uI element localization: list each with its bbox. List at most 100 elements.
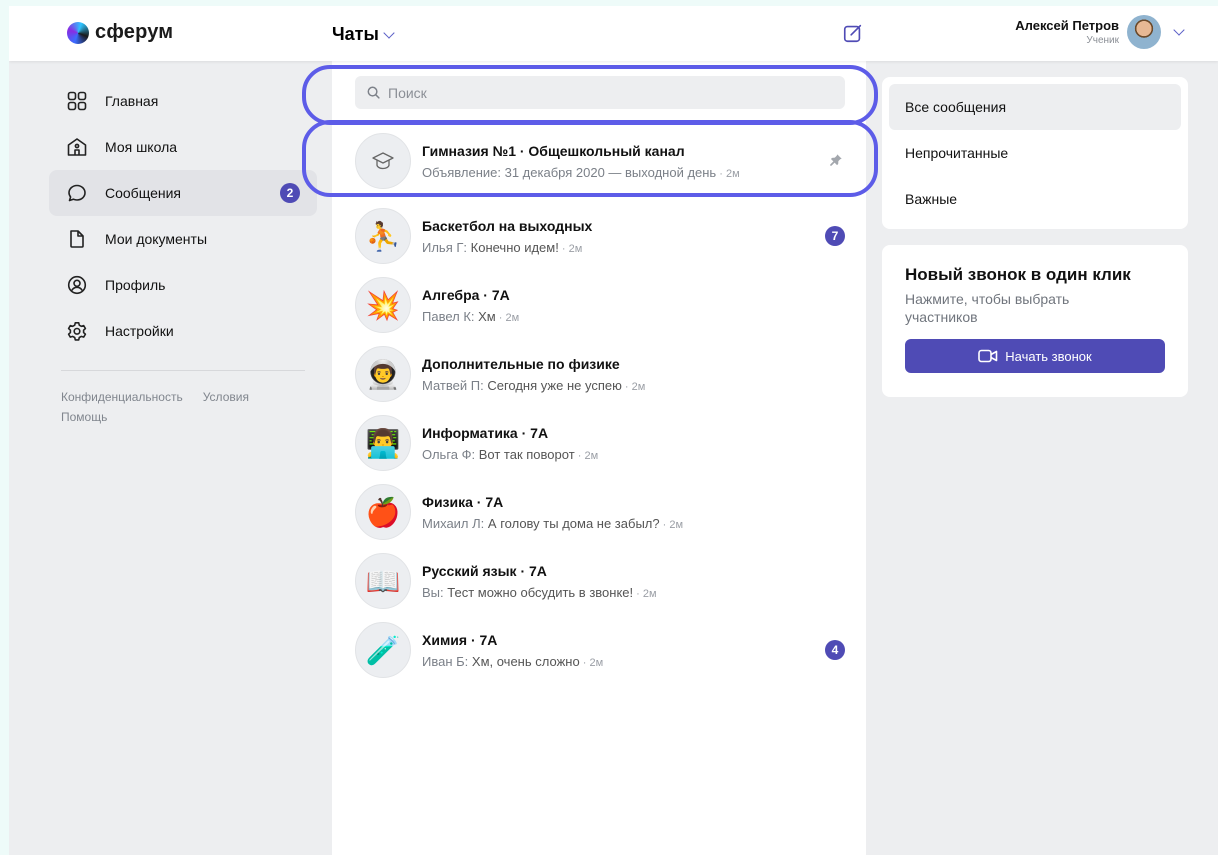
chat-message: Сегодня уже не успею: [487, 377, 622, 393]
profile-icon: [67, 275, 87, 295]
chat-preview: Матвей П: Сегодня уже не успею · 2м: [422, 377, 646, 393]
help-link[interactable]: Помощь: [61, 410, 107, 424]
chevron-down-icon: [383, 26, 395, 39]
user-name: Алексей Петров: [1015, 18, 1119, 33]
avatar[interactable]: [1127, 15, 1161, 49]
unread-badge: 4: [825, 640, 845, 660]
sidebar-item-label: Главная: [105, 93, 159, 109]
top-bar: сферум Чаты Алексей Петров Ученик: [9, 6, 1218, 61]
apple-emoji: 🍎: [355, 484, 411, 540]
filter-all-messages[interactable]: Все сообщения: [889, 84, 1181, 130]
search-input[interactable]: [388, 84, 828, 101]
chat-item-physics-extra[interactable]: 👨‍🚀 Дополнительные по физике Матвей П: С…: [355, 344, 855, 404]
chat-title: Химия · 7А: [422, 631, 498, 648]
terms-link[interactable]: Условия: [203, 390, 249, 404]
chat-author: Матвей П:: [422, 377, 484, 393]
chat-message: Конечно идем!: [470, 239, 559, 255]
brand-name: сферум: [95, 21, 174, 43]
sidebar-item-label: Моя школа: [105, 139, 178, 155]
chat-time: 2м: [584, 449, 599, 462]
test-tube-emoji: 🧪: [355, 622, 411, 678]
compose-icon[interactable]: [842, 22, 864, 44]
chat-item-basketball[interactable]: ⛹ Баскетбол на выходных Илья Г: Конечно …: [355, 206, 855, 266]
chat-title: Русский язык · 7А: [422, 562, 547, 579]
divider: [61, 370, 305, 371]
privacy-link[interactable]: Конфиденциальность: [61, 390, 183, 404]
chat-time: 2м: [505, 311, 520, 324]
search-icon: [367, 86, 380, 99]
chat-author: Илья Г:: [422, 239, 468, 255]
chat-message: Вот так поворот: [478, 446, 575, 462]
chevron-down-icon[interactable]: [1173, 24, 1185, 36]
video-camera-icon: [978, 349, 998, 363]
basketball-player-emoji: ⛹: [355, 208, 411, 264]
chat-item-russian[interactable]: 📖 Русский язык · 7А Вы: Тест можно обсуд…: [355, 551, 855, 611]
astronaut-emoji: 👨‍🚀: [355, 346, 411, 402]
app-window: сферум Чаты Алексей Петров Ученик Главна…: [9, 6, 1218, 855]
chat-time: 2м: [589, 656, 604, 669]
sidebar-item-messages[interactable]: Сообщения 2: [49, 170, 317, 216]
chat-item-physics[interactable]: 🍎 Физика · 7А Михаил Л: А голову ты дома…: [355, 482, 855, 542]
chat-message: Хм, очень сложно: [471, 653, 580, 669]
chat-author: Вы:: [422, 584, 444, 600]
chat-item-school-channel[interactable]: Гимназия №1 · Общешкольный канал Объявле…: [355, 131, 855, 191]
footer-links: Конфиденциальность Условия Помощь: [49, 387, 317, 427]
chat-preview: Иван Б: Хм, очень сложно · 2м: [422, 653, 604, 669]
chat-title: Физика · 7А: [422, 493, 504, 510]
sidebar-item-label: Настройки: [105, 323, 174, 339]
section-title-dropdown[interactable]: Чаты: [332, 24, 395, 45]
chat-item-chemistry[interactable]: 🧪 Химия · 7А Иван Б: Хм, очень сложно · …: [355, 620, 855, 680]
call-card-subtitle: Нажмите, чтобы выбрать участников: [905, 291, 1070, 325]
sidebar-item-settings[interactable]: Настройки: [49, 308, 317, 354]
chat-message: Хм: [478, 308, 496, 324]
chat-author: Иван Б:: [422, 653, 469, 669]
filter-unread[interactable]: Непрочитанные: [889, 130, 1181, 176]
pin-icon[interactable]: [829, 153, 843, 167]
chat-time: 2м: [568, 242, 583, 255]
graduation-cap-icon: [355, 133, 411, 189]
chat-message: Тест можно обсудить в звонке!: [447, 584, 634, 600]
open-book-emoji: 📖: [355, 553, 411, 609]
chat-title: Баскетбол на выходных: [422, 217, 593, 234]
sidebar-item-label: Мои документы: [105, 231, 208, 247]
new-call-card: Новый звонок в один клик Нажмите, чтобы …: [882, 245, 1188, 397]
call-card-title: Новый звонок в один клик: [905, 265, 1131, 284]
sidebar-item-school[interactable]: Моя школа: [49, 124, 317, 170]
chat-preview: Павел К: Хм · 2м: [422, 308, 520, 324]
chat-title: Информатика · 7А: [422, 424, 549, 441]
chat-title: Дополнительные по физике: [422, 355, 620, 372]
grid-icon: [67, 91, 87, 111]
chat-preview: Илья Г: Конечно идем! · 2м: [422, 239, 583, 255]
document-icon: [67, 229, 87, 249]
chat-author: Михаил Л:: [422, 515, 485, 531]
start-call-button[interactable]: Начать звонок: [905, 339, 1165, 373]
search-field[interactable]: [355, 76, 845, 109]
sidebar: Главная Моя школа Сообщения 2 Мои докуме…: [49, 78, 317, 427]
user-role: Ученик: [1086, 35, 1119, 46]
sidebar-item-home[interactable]: Главная: [49, 78, 317, 124]
start-call-label: Начать звонок: [1005, 348, 1092, 364]
section-title: Чаты: [332, 24, 379, 44]
technologist-emoji: 👨‍💻: [355, 415, 411, 471]
chat-author: Павел К:: [422, 308, 475, 324]
chat-preview: Объявление: 31 декабря 2020 — выходной д…: [422, 164, 740, 180]
brand-logo[interactable]: сферум: [67, 21, 173, 44]
filter-important[interactable]: Важные: [889, 176, 1181, 222]
user-menu[interactable]: Алексей Петров Ученик: [1015, 15, 1185, 49]
chat-time: 2м: [669, 518, 684, 531]
chat-time: 2м: [642, 587, 657, 600]
unread-badge: 2: [280, 183, 300, 203]
gear-icon: [67, 321, 87, 341]
chat-item-informatics[interactable]: 👨‍💻 Информатика · 7А Ольга Ф: Вот так по…: [355, 413, 855, 473]
chat-time: 2м: [631, 380, 646, 393]
sidebar-item-documents[interactable]: Мои документы: [49, 216, 317, 262]
filter-panel: Все сообщения Непрочитанные Важные: [882, 77, 1188, 229]
chat-item-algebra[interactable]: 💥 Алгебра · 7А Павел К: Хм · 2м: [355, 275, 855, 335]
chat-author: Ольга Ф:: [422, 446, 476, 462]
chat-message: А голову ты дома не забыл?: [487, 515, 660, 531]
chat-preview: Вы: Тест можно обсудить в звонке! · 2м: [422, 584, 657, 600]
explosion-emoji: 💥: [355, 277, 411, 333]
sidebar-item-profile[interactable]: Профиль: [49, 262, 317, 308]
chat-time: 2м: [726, 167, 740, 180]
unread-badge: 7: [825, 226, 845, 246]
